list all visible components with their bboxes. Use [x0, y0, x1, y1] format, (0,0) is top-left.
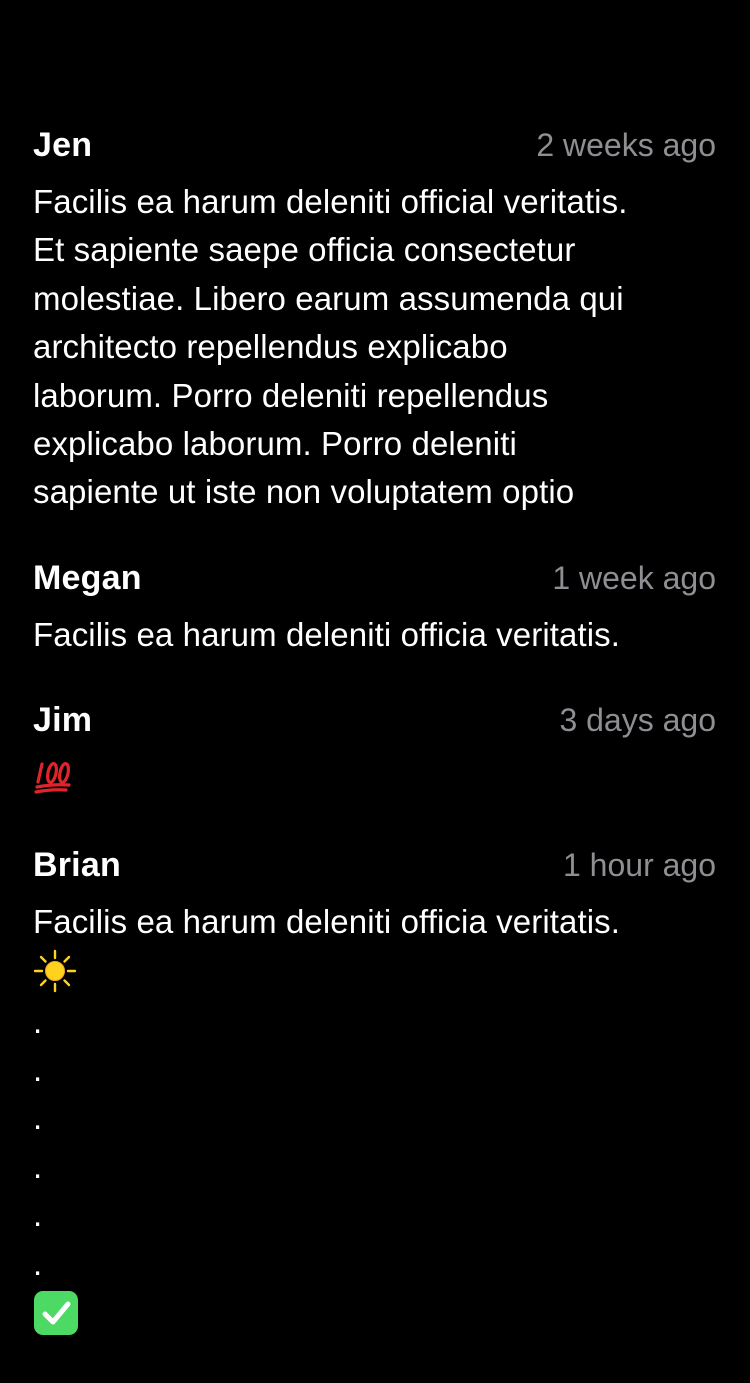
dot-line: . — [33, 1051, 43, 1089]
dot-line: . — [33, 1002, 43, 1040]
comment-item: Jim 3 days ago — [33, 701, 716, 802]
comment-header: Brian 1 hour ago — [33, 846, 716, 898]
comment-body: Facilis ea harum deleniti official verit… — [33, 183, 628, 511]
comment-author[interactable]: Megan — [33, 559, 142, 598]
dot-line: . — [33, 1196, 43, 1234]
comment-header: Megan 1 week ago — [33, 559, 716, 611]
comment-body: Facilis ea harum deleniti officia verita… — [33, 615, 621, 653]
comment-author[interactable]: Brian — [33, 846, 121, 885]
comment-feed: Jen 2 weeks ago Facilis ea harum delenit… — [33, 126, 716, 1383]
dot-line: . — [33, 1244, 43, 1282]
comment-timestamp: 2 weeks ago — [536, 127, 716, 163]
check-mark-icon — [33, 1290, 716, 1341]
comment-timestamp: 3 days ago — [559, 702, 716, 739]
comment-body: Facilis ea harum deleniti officia verita… — [33, 903, 621, 941]
hundred-points-icon — [33, 757, 73, 802]
dot-line: . — [33, 1099, 43, 1137]
dot-list: . . . . . . — [33, 998, 716, 1288]
comment-header: Jen 2 weeks ago — [33, 126, 716, 178]
comment-item: Brian 1 hour ago Facilis ea harum deleni… — [33, 846, 716, 1341]
comment-item: Megan 1 week ago Facilis ea harum deleni… — [33, 559, 716, 659]
comment-item: Jen 2 weeks ago Facilis ea harum delenit… — [33, 126, 716, 517]
sun-icon — [33, 949, 716, 998]
comment-author[interactable]: Jim — [33, 701, 92, 740]
comment-timestamp: 1 week ago — [552, 559, 716, 596]
comment-author[interactable]: Jen — [33, 126, 92, 165]
comment-header: Jim 3 days ago — [33, 701, 716, 753]
dot-line: . — [33, 1147, 43, 1185]
comment-timestamp: 1 hour ago — [562, 847, 716, 884]
